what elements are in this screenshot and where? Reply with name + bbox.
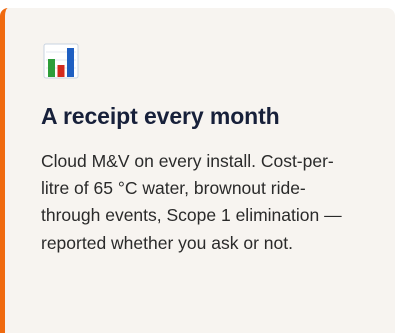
card-title: A receipt every month xyxy=(41,103,280,129)
bar-chart-icon xyxy=(43,43,79,79)
card-description: Cloud M&V on every install. Cost-per-lit… xyxy=(41,151,342,253)
feature-card: A receipt every month Cloud M&V on every… xyxy=(0,8,395,333)
